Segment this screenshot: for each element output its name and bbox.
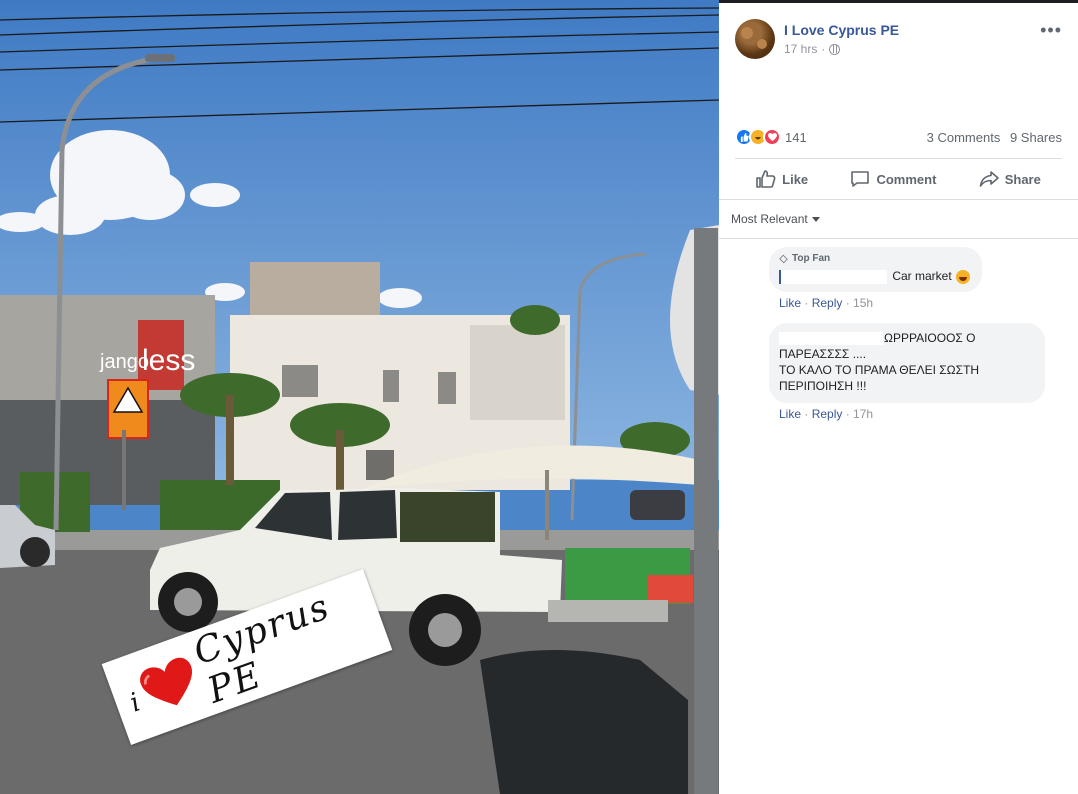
reactions-row: 141 3 Comments 9 Shares bbox=[735, 127, 1062, 147]
comment-reply-link[interactable]: Reply bbox=[812, 296, 843, 310]
like-label: Like bbox=[782, 171, 809, 187]
comment-actions: Like · Reply · 15h bbox=[779, 296, 874, 310]
love-reaction-icon[interactable] bbox=[763, 128, 781, 146]
globe-icon[interactable] bbox=[829, 43, 841, 55]
post-meta: 17 hrs · bbox=[784, 42, 899, 56]
comment-item: ΩΡΡΡΑΙΟΟΟΣ Ο ΠΑΡΕΑΣΣΣΣ .... ΤΟ ΚΑΛΟ ΤΟ Π… bbox=[769, 323, 1045, 421]
share-icon bbox=[979, 171, 999, 187]
laughing-emoji-icon bbox=[956, 269, 971, 284]
caret-down-icon bbox=[811, 216, 820, 222]
post-side-panel: I Love Cyprus PE 17 hrs · ••• 141 3 Comm… bbox=[719, 0, 1078, 794]
comment-bubble: Top Fan Car market bbox=[769, 247, 983, 292]
shop-sign-left-text: jango bbox=[99, 351, 149, 373]
comment-time[interactable]: 15h bbox=[853, 296, 873, 310]
shares-count-link[interactable]: 9 Shares bbox=[1010, 130, 1062, 145]
page-name-link[interactable]: I Love Cyprus PE bbox=[784, 22, 899, 38]
comment-text: Car market bbox=[779, 268, 971, 284]
divider bbox=[719, 238, 1078, 239]
heart-icon bbox=[140, 657, 193, 706]
more-options-icon[interactable]: ••• bbox=[1040, 21, 1062, 39]
share-label: Share bbox=[1004, 171, 1041, 187]
comments-count-link[interactable]: 3 Comments bbox=[927, 130, 1001, 145]
post-actions: Like Comment Share bbox=[735, 163, 1062, 195]
sticker-i: i bbox=[126, 687, 145, 719]
comment-body: Car market bbox=[892, 269, 952, 283]
comment-text: ΩΡΡΡΑΙΟΟΟΣ Ο ΠΑΡΕΑΣΣΣΣ .... ΤΟ ΚΑΛΟ ΤΟ Π… bbox=[779, 330, 1033, 394]
post-stats: 3 Comments 9 Shares bbox=[921, 130, 1062, 145]
like-button[interactable]: Like bbox=[756, 170, 808, 188]
comment-time[interactable]: 17h bbox=[853, 407, 873, 421]
comment-item: Top Fan Car market Like · Reply · 15h bbox=[769, 247, 983, 310]
commenter-name-redacted[interactable] bbox=[779, 332, 883, 346]
commenter-name-redacted[interactable] bbox=[779, 269, 887, 284]
reaction-count[interactable]: 141 bbox=[785, 130, 807, 145]
comment-reply-link[interactable]: Reply bbox=[812, 407, 843, 421]
thumbs-up-icon bbox=[756, 170, 776, 188]
meta-separator: · bbox=[821, 42, 826, 56]
sort-label: Most Relevant bbox=[731, 212, 808, 226]
comment-like-link[interactable]: Like bbox=[779, 296, 801, 310]
badge-label: Top Fan bbox=[792, 253, 831, 264]
comment-bubble: ΩΡΡΡΑΙΟΟΟΣ Ο ΠΑΡΕΑΣΣΣΣ .... ΤΟ ΚΑΛΟ ΤΟ Π… bbox=[769, 323, 1045, 403]
shop-sign-text: less bbox=[142, 344, 195, 377]
comment-actions: Like · Reply · 17h bbox=[779, 407, 874, 421]
sign-pole bbox=[694, 228, 718, 794]
comment-line: ΩΡΡΡΑΙΟΟΟΣ Ο bbox=[884, 331, 976, 345]
share-button[interactable]: Share bbox=[979, 170, 1041, 188]
post-photo[interactable]: less jango i Cyprus PE bbox=[0, 0, 719, 794]
divider bbox=[719, 199, 1078, 200]
comment-label: Comment bbox=[876, 171, 937, 187]
comment-button[interactable]: Comment bbox=[850, 170, 936, 188]
post-time[interactable]: 17 hrs bbox=[784, 42, 817, 56]
top-fan-badge: Top Fan bbox=[779, 253, 970, 264]
diamond-icon bbox=[779, 254, 788, 263]
comment-line: ΠΕΡΙΠΟΙΗΣΗ !!! bbox=[779, 379, 867, 393]
divider bbox=[735, 158, 1062, 159]
comment-line: ΠΑΡΕΑΣΣΣΣ .... bbox=[779, 347, 867, 361]
comment-like-link[interactable]: Like bbox=[779, 407, 801, 421]
page-avatar[interactable] bbox=[735, 19, 775, 59]
comment-sort-dropdown[interactable]: Most Relevant bbox=[731, 212, 820, 226]
comment-icon bbox=[851, 171, 870, 187]
comment-line: ΤΟ ΚΑΛΟ ΤΟ ΠΡΑΜΑ ΘΕΛΕΙ ΣΩΣΤΗ bbox=[779, 363, 980, 377]
post-header: I Love Cyprus PE 17 hrs · bbox=[735, 19, 899, 59]
